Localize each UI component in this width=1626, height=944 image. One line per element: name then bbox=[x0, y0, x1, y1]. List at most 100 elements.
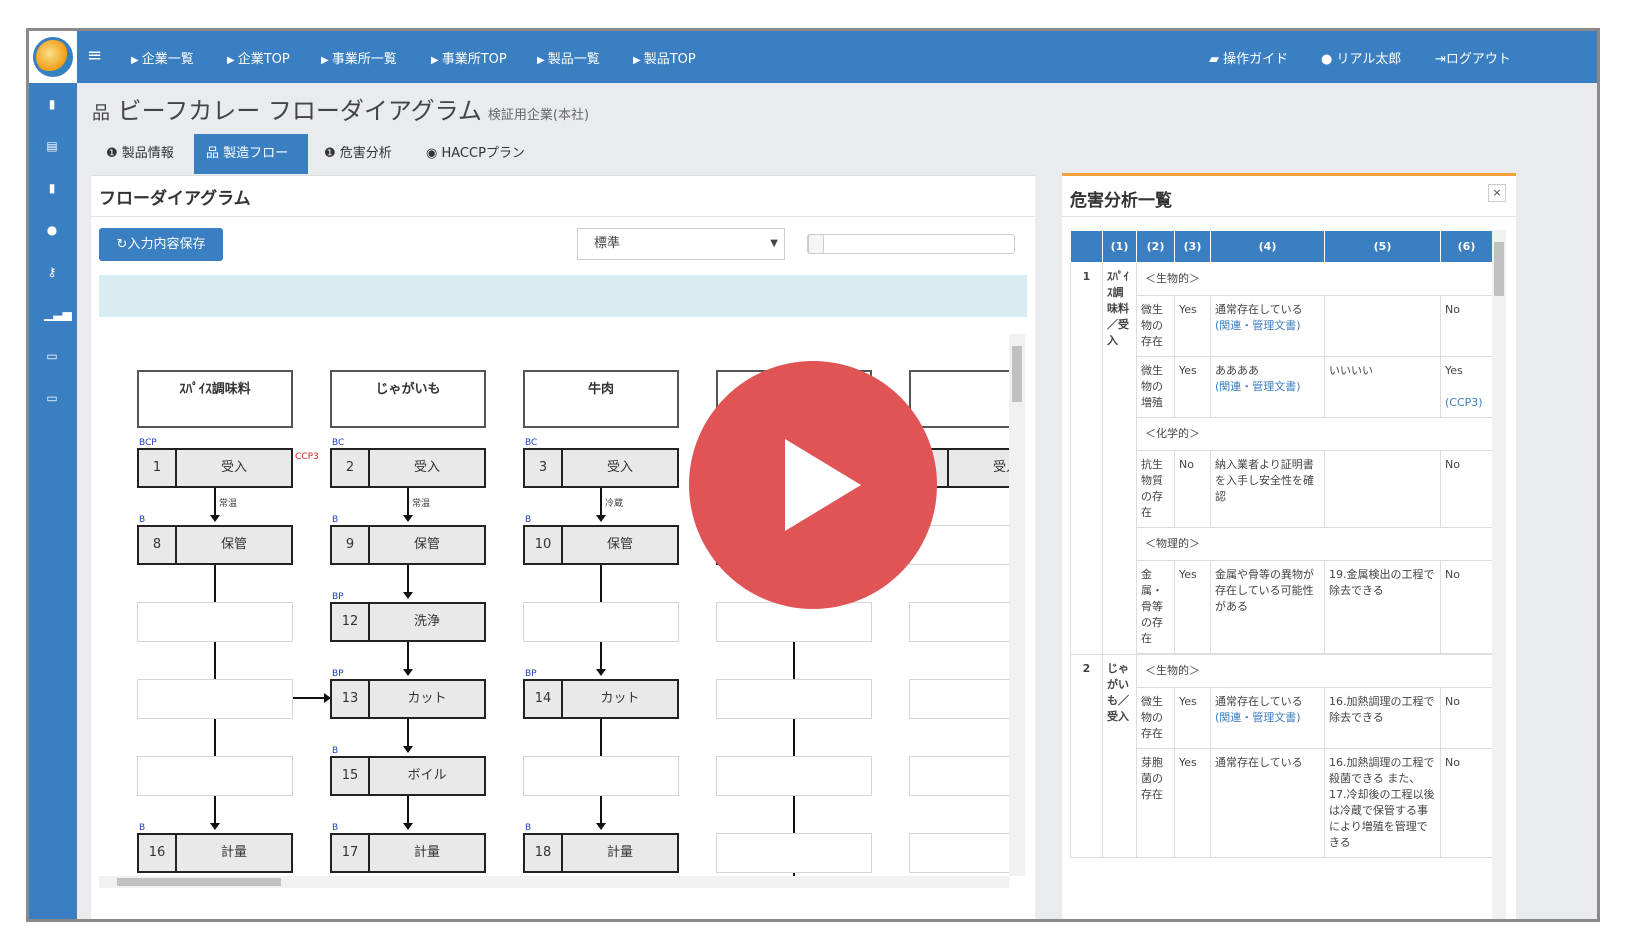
column-header[interactable]: 牛肉 bbox=[523, 370, 679, 428]
flow-slot[interactable] bbox=[909, 679, 1009, 719]
arrow-down-icon bbox=[210, 823, 220, 830]
hazard-cell: 納入業者より証明書を入手し安全性を確認 bbox=[1210, 450, 1325, 528]
horizontal-scrollbar[interactable] bbox=[99, 876, 1009, 888]
page-title-text: ビーフカレー フローダイアグラム bbox=[117, 97, 482, 125]
flow-slot[interactable] bbox=[716, 679, 872, 719]
vertical-scrollbar[interactable] bbox=[1492, 230, 1506, 919]
flow-slot[interactable] bbox=[137, 679, 293, 719]
column-header: (1) bbox=[1102, 230, 1137, 263]
flow-slot[interactable] bbox=[716, 602, 872, 642]
key-icon[interactable]: ⚷ bbox=[44, 265, 60, 279]
select-value: 標準 bbox=[594, 236, 621, 251]
vertical-scrollbar[interactable] bbox=[1009, 334, 1025, 876]
flow-step[interactable]: 18 計量 bbox=[523, 833, 679, 873]
tab-haccp-plan[interactable]: ◉ HACCPプラン bbox=[414, 134, 544, 174]
flow-slot[interactable] bbox=[523, 756, 679, 796]
save-button[interactable]: ↻入力内容保存 bbox=[99, 228, 223, 261]
column-header[interactable]: ｽﾊﾟｲｽ調味料 bbox=[137, 370, 293, 428]
step-label: 受入 bbox=[992, 460, 1009, 475]
flow-step[interactable]: 8 保管 bbox=[137, 525, 293, 565]
related-docs-link[interactable]: (関連・管理文書) bbox=[1215, 380, 1301, 393]
flow-slot[interactable] bbox=[716, 833, 872, 873]
step-number: 14 bbox=[525, 681, 563, 717]
flow-step[interactable]: 9 保管 bbox=[330, 525, 486, 565]
step-tag: BP bbox=[332, 669, 344, 679]
step-label: 受入 bbox=[413, 460, 440, 475]
keyboard-icon[interactable]: ▭ bbox=[44, 391, 60, 405]
step-label: 受入 bbox=[220, 460, 247, 475]
flow-step[interactable]: 16 計量 bbox=[137, 833, 293, 873]
nav-product-top[interactable]: ▶ 製品TOP bbox=[633, 48, 696, 67]
nav-product-list[interactable]: ▶ 製品一覧 bbox=[537, 48, 600, 67]
nav-company-list[interactable]: ▶ 企業一覧 bbox=[131, 48, 194, 67]
arrow-down-icon bbox=[403, 823, 413, 830]
flow-slot[interactable] bbox=[523, 602, 679, 642]
flow-slot[interactable] bbox=[137, 756, 293, 796]
flow-step[interactable]: 17 計量 bbox=[330, 833, 486, 873]
flow-step[interactable]: 12 洗浄 bbox=[330, 602, 486, 642]
hazard-cell: 芽胞菌の存在 bbox=[1136, 748, 1175, 858]
related-docs-link[interactable]: (関連・管理文書) bbox=[1215, 711, 1301, 724]
close-button[interactable]: × bbox=[1488, 184, 1506, 202]
column-header: (6) bbox=[1440, 230, 1492, 263]
nav-guide[interactable]: ▰ 操作ガイド bbox=[1209, 48, 1288, 67]
hazard-cell: No bbox=[1440, 295, 1492, 357]
chart-icon[interactable]: ▁▃▅ bbox=[44, 307, 72, 321]
step-tag: BP bbox=[525, 669, 537, 679]
tab-product-info[interactable]: ❶ 製品情報 bbox=[94, 134, 192, 174]
scroll-thumb[interactable] bbox=[1494, 242, 1504, 296]
flow-slot[interactable] bbox=[909, 602, 1009, 642]
nav-office-list[interactable]: ▶ 事業所一覧 bbox=[321, 48, 397, 67]
nav-logout[interactable]: ⇥ログアウト bbox=[1435, 48, 1511, 67]
ccp-link[interactable]: (CCP3) bbox=[1445, 396, 1483, 409]
flow-slot[interactable] bbox=[716, 756, 872, 796]
tab-hazard-analysis[interactable]: ❶ 危害分析 bbox=[312, 134, 410, 174]
hazard-cell: No bbox=[1440, 748, 1492, 858]
flow-slot[interactable] bbox=[909, 833, 1009, 873]
flow-step[interactable]: 1 受入 bbox=[137, 448, 293, 488]
zoom-slider[interactable] bbox=[807, 234, 1015, 254]
flow-step[interactable]: 3 受入 bbox=[523, 448, 679, 488]
flow-step[interactable]: 2 受入 bbox=[330, 448, 486, 488]
hazard-table: (1) (2) (3) (4) (5) (6) 1 ｽﾊﾟｲｽ調味料／受入 ＜生… bbox=[1070, 230, 1492, 858]
related-docs-link[interactable]: (関連・管理文書) bbox=[1215, 319, 1301, 332]
hazard-category: ＜生物的＞ bbox=[1136, 654, 1492, 688]
column-header[interactable]: 豚肉 bbox=[909, 370, 1009, 428]
layout-select[interactable]: 標準 ▼ bbox=[577, 228, 785, 260]
document-icon[interactable]: ▤ bbox=[44, 139, 60, 153]
nav-user[interactable]: ● リアル太郎 bbox=[1321, 48, 1401, 67]
info-icon: ❶ bbox=[106, 146, 122, 161]
step-number: 16 bbox=[139, 835, 177, 871]
step-number: 17 bbox=[332, 835, 370, 871]
sitemap-icon: 品 bbox=[92, 103, 110, 124]
table-row: 2 じゃがいも／受入 ＜生物的＞ bbox=[1070, 654, 1492, 858]
hazard-cell: Yes bbox=[1174, 560, 1211, 654]
video-play-button[interactable] bbox=[689, 361, 937, 609]
users-icon[interactable]: ● bbox=[44, 223, 60, 237]
hazard-cell: No bbox=[1440, 450, 1492, 528]
connector bbox=[407, 641, 409, 669]
column-header[interactable]: じゃがいも bbox=[330, 370, 486, 428]
scroll-thumb[interactable] bbox=[117, 878, 281, 886]
flow-slot[interactable] bbox=[909, 756, 1009, 796]
nav-office-top[interactable]: ▶ 事業所TOP bbox=[431, 48, 507, 67]
tab-manufacturing-flow[interactable]: 品 製造フロー bbox=[194, 134, 308, 174]
hazard-category: ＜生物的＞ bbox=[1136, 262, 1492, 296]
menu-icon[interactable]: ≡ bbox=[87, 45, 102, 66]
building-icon[interactable]: ▮ bbox=[44, 97, 60, 111]
step-number: 9 bbox=[332, 527, 370, 563]
flow-step[interactable]: 14 カット bbox=[523, 679, 679, 719]
flow-step[interactable]: 13 カット bbox=[330, 679, 486, 719]
keyboard-icon[interactable]: ▭ bbox=[44, 349, 60, 363]
logo[interactable] bbox=[29, 31, 77, 83]
flow-step[interactable]: 15 ボイル bbox=[330, 756, 486, 796]
scroll-thumb[interactable] bbox=[1012, 346, 1022, 402]
flow-slot[interactable] bbox=[137, 602, 293, 642]
building-icon[interactable]: ▮ bbox=[44, 181, 60, 195]
caret-right-icon: ▶ bbox=[431, 55, 439, 66]
nav-label: 事業所TOP bbox=[441, 52, 507, 67]
nav-company-top[interactable]: ▶ 企業TOP bbox=[227, 48, 290, 67]
flow-step[interactable]: 10 保管 bbox=[523, 525, 679, 565]
slider-handle[interactable] bbox=[808, 234, 824, 254]
nav-label: 製品一覧 bbox=[547, 52, 600, 67]
